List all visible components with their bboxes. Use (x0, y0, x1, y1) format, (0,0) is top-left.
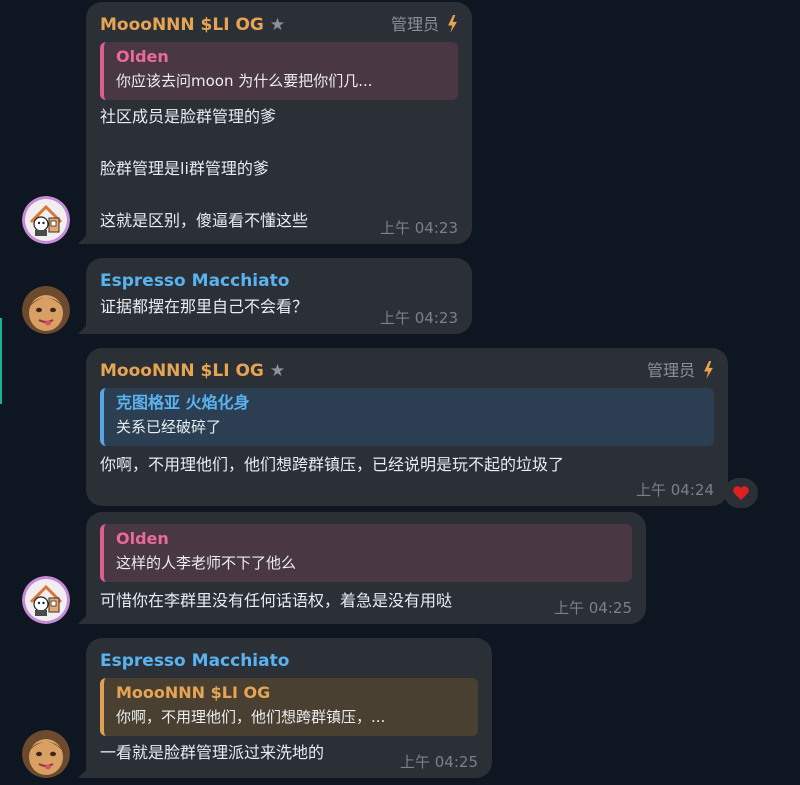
quote-text: 你应该去问moon 为什么要把你们几... (116, 72, 373, 90)
reply-quote[interactable]: 克图格亚 火焰化身 关系已经破碎了 (100, 388, 714, 446)
message-text-line: 可惜你在李群里没有任何话语权，着急是没有用哒 (100, 591, 453, 610)
message-bubble[interactable]: MoooNNN $LI OG ★ 管理员 Olden 你应该去问moon 为什么要… (78, 2, 472, 244)
sender-name[interactable]: Espresso Macchiato (100, 271, 289, 291)
message-text-line: 脸群管理是li群管理的爹 (100, 159, 269, 178)
face-avatar[interactable] (22, 730, 70, 778)
message-time: 上午 04:23 (380, 309, 458, 327)
quote-text: 这样的人李老师不下了他么 (116, 554, 297, 572)
message-time: 上午 04:25 (554, 599, 632, 617)
reply-quote[interactable]: MoooNNN $LI OG 你啊，不用理他们，他们想跨群镇压，... (100, 678, 478, 736)
heart-icon (733, 486, 749, 500)
message-time: 上午 04:24 (636, 481, 714, 499)
star-icon: ★ (269, 15, 286, 35)
role-label: 管理员 (646, 361, 695, 380)
quote-author: Olden (116, 47, 169, 66)
message-header: Espresso Macchiato (100, 268, 458, 294)
quote-author: Olden (116, 529, 169, 548)
message-bubble[interactable]: Espresso Macchiato MoooNNN $LI OG 你啊，不用理… (78, 638, 492, 778)
quote-author: 克图格亚 火焰化身 (116, 393, 250, 412)
quote-text: 关系已经破碎了 (116, 418, 222, 436)
message-bubble[interactable]: MoooNNN $LI OG ★ 管理员 克图格亚 火焰化身 关系已经破碎了 你啊… (86, 348, 728, 506)
role-label: 管理员 (390, 15, 439, 34)
sender-name[interactable]: MoooNNN $LI OG (100, 361, 264, 381)
star-icon: ★ (269, 361, 286, 381)
message-time: 上午 04:25 (400, 753, 478, 771)
message-header: MoooNNN $LI OG ★ 管理员 (100, 358, 714, 384)
message-text-line: 社区成员是脸群管理的爹 (100, 107, 277, 126)
message-bubble[interactable]: Espresso Macchiato 证据都摆在那里自己不会看？ 上午 04:2… (78, 258, 472, 334)
message-bubble[interactable]: Olden 这样的人李老师不下了他么 可惜你在李群里没有任何话语权，着急是没有用… (78, 512, 646, 624)
message-text-line: 你啊，不用理他们，他们想跨群镇压，已经说明是玩不起的垃圾了 (100, 455, 565, 474)
bolt-icon (448, 15, 457, 33)
reply-quote[interactable]: Olden 你应该去问moon 为什么要把你们几... (100, 42, 458, 100)
sender-name[interactable]: Espresso Macchiato (100, 651, 289, 671)
cartoon-house-avatar[interactable] (22, 576, 70, 624)
quote-author: MoooNNN $LI OG (116, 683, 271, 702)
reaction-badge[interactable] (724, 478, 758, 508)
admin-badge: 管理员 (391, 12, 458, 38)
face-avatar[interactable] (22, 286, 70, 334)
admin-badge: 管理员 (647, 358, 714, 384)
bolt-icon (704, 361, 713, 379)
reply-quote[interactable]: Olden 这样的人李老师不下了他么 (100, 524, 632, 582)
message-time: 上午 04:23 (380, 219, 458, 237)
chat-edge-accent (0, 318, 2, 404)
sender-name[interactable]: MoooNNN $LI OG (100, 15, 264, 35)
message-header: Espresso Macchiato (100, 648, 478, 674)
cartoon-house-avatar[interactable] (22, 196, 70, 244)
message-header: MoooNNN $LI OG ★ 管理员 (100, 12, 458, 38)
quote-text: 你啊，不用理他们，他们想跨群镇压，... (116, 708, 386, 726)
